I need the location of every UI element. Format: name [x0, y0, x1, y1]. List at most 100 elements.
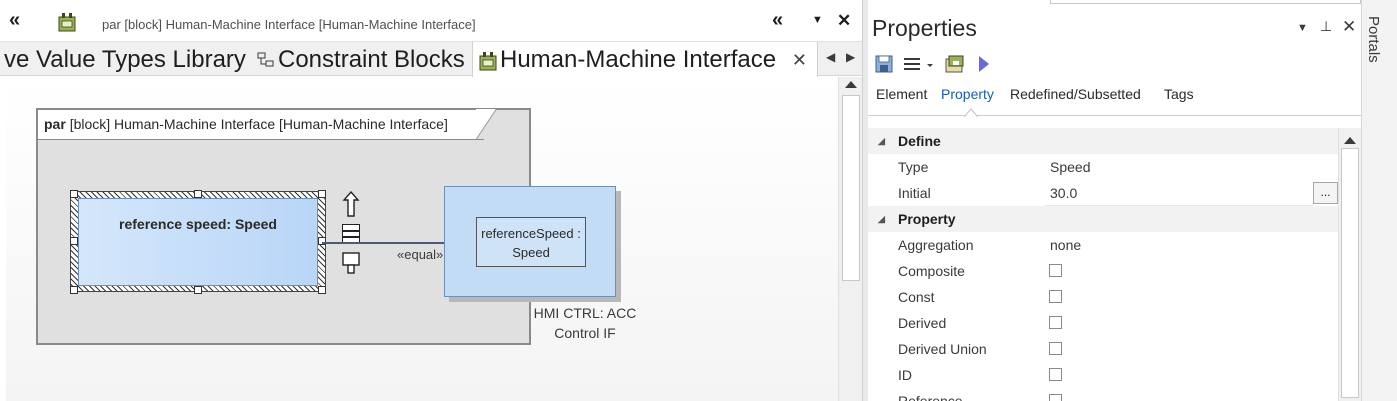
frame-label-corner: [476, 109, 496, 139]
portals-label[interactable]: Portals: [1365, 16, 1382, 63]
collapse-left-button[interactable]: «: [9, 9, 20, 32]
tab-constraint-blocks[interactable]: Constraint Blocks: [257, 42, 465, 76]
property-row-reference[interactable]: Reference: [868, 388, 1338, 401]
property-row-initial[interactable]: Initial 30.0 ...: [868, 180, 1338, 206]
property-label: Const: [898, 289, 935, 305]
tab-value-types-library[interactable]: ve Value Types Library: [4, 42, 246, 76]
section-name: Property: [898, 211, 956, 227]
active-tab-indicator: [964, 108, 978, 117]
property-row-const[interactable]: Const: [868, 284, 1338, 310]
part-name: referenceSpeed :: [481, 226, 581, 241]
property-row-composite[interactable]: Composite: [868, 258, 1338, 284]
collapse-panel-button[interactable]: «: [772, 9, 783, 32]
hmi-block-label-line2: Control IF: [554, 325, 616, 341]
property-value[interactable]: 30.0: [1050, 180, 1077, 206]
initial-value-field[interactable]: [1045, 180, 1313, 206]
connector-plug-icon[interactable]: [342, 252, 360, 274]
frame-label: par [block] Human-Machine Interface [Hum…: [38, 110, 484, 140]
property-label: Derived Union: [898, 341, 987, 357]
connector-stereotype-label: «equal»: [397, 247, 444, 262]
part-type: Speed: [512, 245, 550, 260]
resize-handle[interactable]: [318, 190, 326, 198]
element-properties-icon[interactable]: [944, 52, 966, 76]
resize-handle[interactable]: [194, 286, 202, 294]
scroll-thumb[interactable]: [842, 95, 860, 281]
properties-tabs: Element Property Redefined/Subsetted Tag…: [868, 82, 1361, 116]
scroll-up-icon[interactable]: [1344, 137, 1356, 144]
property-label: Type: [898, 159, 929, 175]
portals-strip[interactable]: Portals: [1361, 0, 1397, 401]
close-tab-icon[interactable]: ✕: [792, 42, 807, 78]
play-icon[interactable]: [976, 52, 992, 76]
package-diagram-icon: [257, 52, 274, 67]
chevron-down-icon[interactable]: ▼: [1297, 22, 1308, 34]
derived-checkbox[interactable]: [1049, 316, 1062, 329]
collapse-triangle-icon[interactable]: ◢: [878, 128, 885, 154]
scroll-up-icon[interactable]: [845, 81, 857, 88]
resize-handle[interactable]: [194, 190, 202, 198]
tab-label: Constraint Blocks: [278, 46, 465, 73]
section-name: Define: [898, 133, 941, 149]
property-label: ID: [898, 367, 912, 383]
quick-link-arrow-icon[interactable]: [342, 191, 360, 217]
resize-handle[interactable]: [318, 237, 326, 245]
diagram-toolbar: « par [block] Human-Machine Interface [H…: [0, 0, 862, 42]
property-row-aggregation[interactable]: Aggregation none: [868, 232, 1338, 258]
close-icon[interactable]: ✕: [837, 11, 851, 31]
tab-scroll-right-icon[interactable]: ▶: [846, 50, 855, 64]
hmi-block-label-line1: HMI CTRL: ACC: [533, 305, 637, 321]
tab-element[interactable]: Element: [876, 86, 927, 102]
resize-handle[interactable]: [318, 286, 326, 294]
reference-block-label: reference speed: Speed: [119, 216, 277, 232]
tab-property[interactable]: Property: [941, 86, 994, 102]
property-label: Initial: [898, 185, 931, 201]
diagram-view: « par [block] Human-Machine Interface [H…: [0, 0, 862, 401]
tab-tags[interactable]: Tags: [1164, 86, 1194, 102]
save-icon[interactable]: [874, 52, 894, 76]
hmi-block-label: HMI CTRL: ACC Control IF: [530, 303, 640, 343]
tab-scroll-left-icon[interactable]: ◀: [826, 50, 835, 64]
tab-human-machine-interface[interactable]: Human-Machine Interface ✕: [472, 42, 818, 77]
section-define[interactable]: ◢ Define: [868, 128, 1338, 154]
collapse-triangle-icon[interactable]: ◢: [878, 206, 885, 232]
derived-union-checkbox[interactable]: [1049, 342, 1062, 355]
search-field-edge[interactable]: [1050, 0, 1361, 4]
tab-redefined-subsetted[interactable]: Redefined/Subsetted: [1010, 86, 1141, 102]
section-property[interactable]: ◢ Property: [868, 206, 1338, 232]
const-checkbox[interactable]: [1049, 290, 1062, 303]
parametric-diagram-icon: [479, 51, 497, 71]
property-value[interactable]: none: [1050, 232, 1081, 258]
reference-checkbox[interactable]: [1049, 394, 1062, 401]
property-row-id[interactable]: ID: [868, 362, 1338, 388]
property-label: Composite: [898, 263, 965, 279]
diagram-tab-strip: ve Value Types Library Constraint Blocks…: [0, 42, 862, 77]
property-row-derived[interactable]: Derived: [868, 310, 1338, 336]
diagram-window-title: par [block] Human-Machine Interface [Hum…: [102, 17, 476, 32]
properties-title: Properties: [872, 15, 977, 41]
scroll-thumb[interactable]: [1341, 148, 1359, 398]
reference-speed-part[interactable]: referenceSpeed : Speed: [476, 217, 586, 267]
property-label: Aggregation: [898, 237, 974, 253]
resize-handle[interactable]: [70, 190, 78, 198]
property-row-derived-union[interactable]: Derived Union: [868, 336, 1338, 362]
list-menu-icon[interactable]: [902, 52, 936, 76]
ellipsis-button[interactable]: ...: [1313, 182, 1338, 204]
reference-speed-block[interactable]: reference speed: Speed: [78, 198, 318, 286]
properties-panel: Properties ▼ ⊥ ✕ Element Property Redefi…: [868, 0, 1361, 401]
quick-menu-icon[interactable]: [342, 224, 360, 244]
properties-toolbar: [872, 52, 1072, 76]
tab-label: ve Value Types Library: [4, 46, 246, 73]
composite-checkbox[interactable]: [1049, 264, 1062, 277]
frame-label-text: [block] Human-Machine Interface [Human-M…: [69, 116, 448, 132]
diagram-vertical-scrollbar[interactable]: [838, 77, 862, 401]
resize-handle[interactable]: [70, 286, 78, 294]
id-checkbox[interactable]: [1049, 368, 1062, 381]
close-icon[interactable]: ✕: [1342, 17, 1356, 37]
property-value[interactable]: Speed: [1050, 154, 1090, 180]
diagram-icon[interactable]: [58, 12, 76, 32]
resize-handle[interactable]: [70, 237, 78, 245]
pin-icon[interactable]: ⊥: [1320, 18, 1332, 35]
chevron-down-icon[interactable]: ▼: [812, 14, 823, 26]
property-row-type[interactable]: Type Speed: [868, 154, 1338, 180]
properties-vertical-scrollbar[interactable]: [1338, 128, 1361, 401]
